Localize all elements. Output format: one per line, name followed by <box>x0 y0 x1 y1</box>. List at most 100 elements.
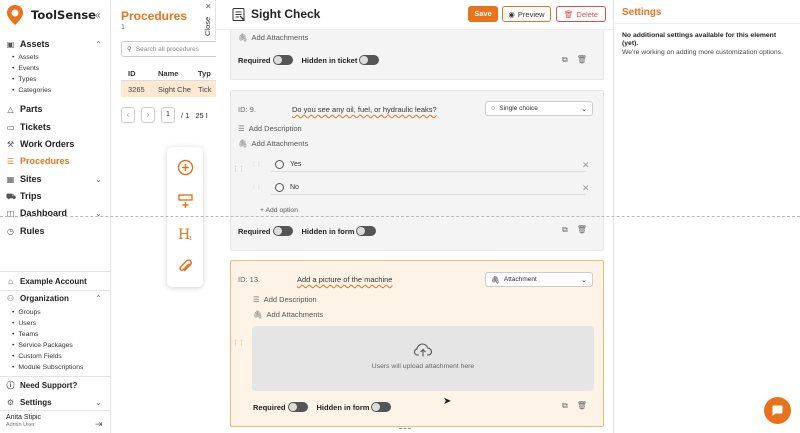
table-row[interactable]: 3265 Sight Che Tick <box>121 81 221 97</box>
drag-handle-icon[interactable]: ⋮⋮ <box>251 184 262 191</box>
nav-sub-module-subscriptions[interactable]: Module Subscriptions <box>12 364 83 371</box>
hidden-toggle[interactable] <box>356 226 377 236</box>
close-icon[interactable]: ✕ <box>205 2 212 11</box>
nav-support[interactable]: ⓘ Need Support? <box>6 381 106 390</box>
users-icon: ⚇ <box>6 294 15 303</box>
procedure-count: 1 <box>121 24 125 31</box>
upload-hint: Users will upload attachment here <box>371 363 475 370</box>
trash-icon[interactable]: 🗑 <box>577 225 587 235</box>
required-toggle[interactable] <box>272 55 293 65</box>
nav-sub-users[interactable]: Users <box>12 320 36 327</box>
logout-icon[interactable]: ⇥ <box>95 419 103 430</box>
procedure-icon <box>232 8 245 21</box>
close-label[interactable]: Close <box>203 17 212 36</box>
sidebar-divider <box>0 290 111 291</box>
add-description-link[interactable]: ☰ Add Description <box>238 124 302 133</box>
nav-sub-service-packages[interactable]: Service Packages <box>12 342 72 349</box>
add-attachments-link[interactable]: 🖇 Add Attachments <box>238 139 308 148</box>
question-card-selected[interactable]: ID: 13. Add a picture of the machine 🖇 A… <box>230 260 604 427</box>
list-icon: ☰ <box>6 156 15 166</box>
nav-sub-groups[interactable]: Groups <box>12 309 40 316</box>
nav-sub-custom-fields[interactable]: Custom Fields <box>12 353 61 360</box>
duplicate-icon[interactable]: ⧉ <box>562 55 568 65</box>
nav-account[interactable]: ⌂ Example Account <box>6 277 106 286</box>
resize-handle[interactable] <box>399 428 411 433</box>
question-type-select[interactable]: ○ Single choice ⌄ <box>485 101 593 116</box>
choice-option[interactable]: ⋮⋮ Yes <box>251 158 586 172</box>
nav-procedures[interactable]: ☰ Procedures <box>6 156 106 166</box>
search-input[interactable]: ⚲ Search all procedures <box>121 41 221 57</box>
drag-handle-icon[interactable]: ⋮⋮ <box>232 165 245 173</box>
choice-option[interactable]: ⋮⋮ No <box>251 181 586 195</box>
nav-sub-assets[interactable]: Assets <box>12 54 38 61</box>
procedure-title[interactable]: Sight Check <box>251 7 320 21</box>
upload-area[interactable]: Users will upload attachment here <box>252 326 594 391</box>
question-card[interactable]: ID: 9. Do you see any oil, fuel, or hydr… <box>230 90 604 251</box>
settings-divider <box>615 23 800 24</box>
ticket-icon: ▭ <box>6 122 15 132</box>
nav-trips[interactable]: ⛟ Trips <box>6 191 106 201</box>
box-icon: ▣ <box>6 39 15 49</box>
table-cell: 3265 <box>128 85 145 94</box>
nav-tickets[interactable]: ▭ Tickets <box>6 122 106 132</box>
nav-sub-types[interactable]: Types <box>12 76 36 83</box>
heading-icon[interactable]: H 1 <box>177 225 194 242</box>
drag-handle-icon[interactable]: ⋮⋮ <box>232 339 245 347</box>
page-number[interactable]: 1 <box>161 107 175 123</box>
logo[interactable]: ToolSense <box>6 5 96 25</box>
editor-header: Sight Check Save ◉ Preview 🗑 Delete <box>216 0 613 30</box>
question-text[interactable]: Do you see any oil, fuel, or hydraulic l… <box>292 105 437 114</box>
nav-settings[interactable]: ⚙ Settings ⌄ <box>6 398 106 407</box>
required-toggle[interactable] <box>272 226 293 236</box>
hidden-toggle[interactable] <box>359 55 380 65</box>
drag-handle-icon[interactable]: ⋮⋮ <box>251 161 262 168</box>
nav-dashboard[interactable]: ◫ Dashboard ⌄ <box>6 208 106 218</box>
nav-sub-teams[interactable]: Teams <box>12 331 38 338</box>
nav-organization[interactable]: ⚇ Organization ⌃ <box>6 294 106 303</box>
remove-option-icon[interactable]: ✕ <box>582 160 590 171</box>
prev-page-button[interactable]: ‹ <box>121 107 135 123</box>
card-toggles: Required Hidden in form <box>238 226 385 236</box>
card-toggles: Required Hidden in form <box>253 402 400 412</box>
nav-parts[interactable]: △ Parts <box>6 104 106 114</box>
question-type-select[interactable]: 🖇 Attachment ⌄ <box>485 272 593 287</box>
attachment-icon[interactable] <box>177 258 194 275</box>
chat-button[interactable] <box>764 397 791 424</box>
nav-work-orders[interactable]: ⚒ Work Orders <box>6 139 106 149</box>
nav-sites[interactable]: ▦ Sites ⌄ <box>6 174 106 184</box>
add-description-link[interactable]: ☰ Add Description <box>253 295 317 304</box>
column-header-name[interactable]: Name <box>151 66 191 80</box>
duplicate-icon[interactable]: ⧉ <box>562 225 568 235</box>
add-attachments-link[interactable]: 🖇 Add Attachments <box>253 310 323 319</box>
toolsense-logo-icon <box>7 5 23 25</box>
question-id: ID: 9. <box>238 105 256 114</box>
app-name: ToolSense <box>31 8 96 22</box>
nav-assets[interactable]: ▣ Assets ⌃ <box>6 39 106 49</box>
collapse-sidebar-icon[interactable]: « <box>95 10 101 21</box>
add-option-link[interactable]: + Add option <box>260 207 298 214</box>
nav-sub-categories[interactable]: Categories <box>12 87 51 94</box>
delete-button[interactable]: 🗑 Delete <box>556 6 606 22</box>
question-text[interactable]: Add a picture of the machine <box>297 275 392 284</box>
nav-rules[interactable]: ◷ Rules <box>6 226 106 236</box>
save-button[interactable]: Save <box>468 6 498 22</box>
question-card[interactable]: 🖇 Add Attachments Required Hidden in tic… <box>230 26 604 80</box>
trash-icon[interactable]: 🗑 <box>577 55 587 65</box>
hidden-toggle[interactable] <box>371 402 392 412</box>
required-toggle[interactable] <box>287 402 308 412</box>
add-attachments-link[interactable]: 🖇 Add Attachments <box>238 33 308 42</box>
duplicate-icon[interactable]: ⧉ <box>562 401 568 411</box>
trash-icon[interactable]: 🗑 <box>577 401 587 411</box>
per-page-select[interactable]: 25 I <box>195 111 208 120</box>
paperclip-icon: 🖇 <box>238 139 248 148</box>
next-page-button[interactable]: › <box>141 107 155 123</box>
add-question-icon[interactable] <box>177 159 194 176</box>
nav-sub-events[interactable]: Events <box>12 65 39 72</box>
help-icon: ⓘ <box>6 381 15 390</box>
user-profile[interactable]: Anita Stipic Admin User <box>6 414 41 428</box>
column-header-id[interactable]: ID <box>121 66 151 80</box>
close-editor[interactable]: ✕ Close <box>202 0 216 40</box>
preview-button[interactable]: ◉ Preview <box>502 6 551 22</box>
add-section-icon[interactable] <box>177 192 194 209</box>
remove-option-icon[interactable]: ✕ <box>582 183 590 194</box>
